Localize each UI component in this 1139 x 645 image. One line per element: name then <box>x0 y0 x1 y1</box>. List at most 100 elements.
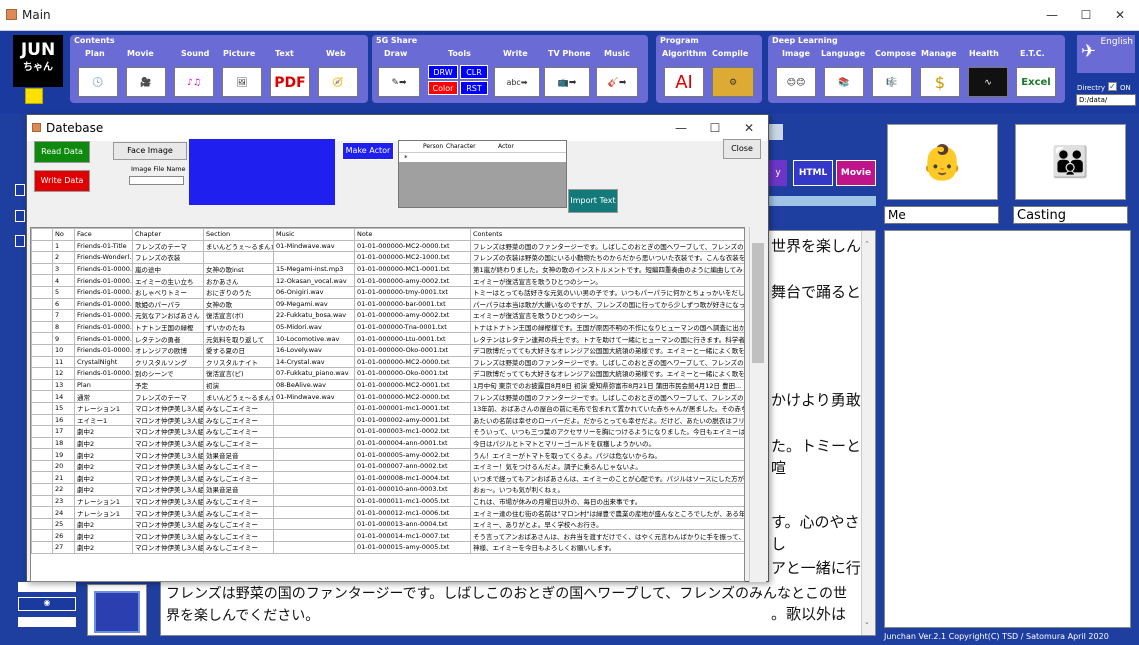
row-header-cell[interactable] <box>31 506 53 519</box>
table-cell[interactable]: 劇中2 <box>74 483 133 496</box>
table-cell[interactable]: 05-Midori.wav <box>273 320 355 334</box>
table-cell[interactable]: フレンズは野菜の国のファンタージーです。しばしこのおとぎの国へワープして、フレン… <box>470 239 744 253</box>
table-cell[interactable]: 19 <box>52 448 75 461</box>
table-cell[interactable]: 3 <box>52 262 75 276</box>
table-cell[interactable]: 14 <box>52 390 75 403</box>
row-header-cell[interactable] <box>31 448 53 461</box>
table-cell[interactable]: おぉ～。いつも気が利くねぇ。 <box>470 483 744 496</box>
row-header-cell[interactable] <box>31 390 53 403</box>
table-cell[interactable]: Friends-Wonderl... <box>74 251 133 264</box>
table-cell[interactable] <box>273 448 355 461</box>
table-cell[interactable]: Friends-01-0000... <box>74 343 133 357</box>
table-row[interactable]: 27 劇中2 マロンオ仲伊美し3人組 みなしごエイミー 01-01-000015-amy… <box>31 541 744 554</box>
table-cell[interactable]: 11 <box>52 355 75 369</box>
table-cell[interactable]: 第1嵐が終わりました。女神の歌のインストルメントです。短編四重奏曲のように編曲し… <box>470 262 744 276</box>
row-header-cell[interactable] <box>31 309 53 322</box>
table-cell[interactable]: 元気なアンおばあさん <box>132 309 204 322</box>
table-cell[interactable]: マロンオ仲伊美し3人組 <box>132 436 204 450</box>
table-cell[interactable]: 01-01-000010-ann-0003.txt <box>354 483 471 496</box>
table-cell[interactable]: 01-01-000004-ann-0001.txt <box>354 436 471 450</box>
table-cell[interactable]: 劇中2 <box>74 436 133 450</box>
sound-notes-icon[interactable]: ♪♫ <box>174 67 214 97</box>
table-cell[interactable]: トナはトナトン王国の緑樫様です。王国が原因不明の不作になりヒューマンの国へ調査に… <box>470 320 744 334</box>
row-header-cell[interactable] <box>31 483 53 496</box>
column-header[interactable]: Music <box>273 228 355 241</box>
color-button[interactable]: Color <box>428 81 458 95</box>
table-cell[interactable]: 15 <box>52 401 75 415</box>
column-header[interactable]: Note <box>354 228 471 241</box>
compose-icon[interactable]: 🎼 <box>872 67 912 97</box>
ai-algorithm-icon[interactable]: AI <box>664 67 704 97</box>
table-cell[interactable]: オレンジアの欧博 <box>132 343 204 357</box>
table-row[interactable]: 15 ナレーション1 マロンオ仲伊美し3人組 みなしごエイミー 01-01-000001… <box>31 401 744 415</box>
table-cell[interactable]: 01-01-000000-Oko-0001.txt <box>354 343 471 357</box>
table-cell[interactable]: マロンオ仲伊美し3人組 <box>132 425 204 438</box>
table-cell[interactable]: 01-01-000000-bar-0001.txt <box>354 297 471 311</box>
clr-button[interactable]: CLR <box>460 65 488 79</box>
manage-dollar-icon[interactable]: $ <box>920 67 960 97</box>
table-cell[interactable]: デコ欧博だってても大好きなオレンジア公国国大統領の弟様です。エイミーと一緒によく… <box>470 343 744 357</box>
table-cell[interactable]: 効果音足音 <box>203 483 274 496</box>
import-text-button[interactable]: Import Text <box>568 189 618 213</box>
table-row[interactable]: 19 劇中2 マロンオ仲伊美し3人組 効果音足音 01-01-000005-amy-00… <box>31 448 744 461</box>
table-row[interactable]: 21 劇中2 マロンオ仲伊美し3人組 みなしごエイミー 01-01-000008-mc1… <box>31 471 744 485</box>
record-button[interactable]: ◉ <box>18 597 76 611</box>
table-row[interactable]: 4 Friends-01-0000... エイミーの生い立ち おかあさん 12-Okas… <box>31 274 744 287</box>
table-cell[interactable]: トミーはとっても話好きな元気のいい男の子です。いつもパーパラに何かとちょっかいを… <box>470 285 744 299</box>
column-header[interactable]: Contents <box>470 228 744 241</box>
table-cell[interactable] <box>273 425 355 438</box>
row-header-cell[interactable] <box>31 355 53 369</box>
scrollbar-thumb[interactable] <box>752 243 764 363</box>
table-cell[interactable]: 01-01-000008-mc1-0004.txt <box>354 471 471 485</box>
rst-button[interactable]: RST <box>460 81 488 95</box>
table-cell[interactable] <box>273 517 355 531</box>
table-cell[interactable]: 女神の歌 <box>203 297 274 311</box>
table-cell[interactable]: 女神の歌inst <box>203 262 274 276</box>
table-cell[interactable]: 復活宣言(ボ) <box>203 309 274 322</box>
table-cell[interactable]: これは、市場が休みの月曜日以外の、毎日の出来事です。 <box>470 494 744 508</box>
table-cell[interactable]: フレンズは野菜の国のファンタージーです。しばしこのおとぎの国へワープして、フレン… <box>470 390 744 403</box>
table-cell[interactable]: 09-Megami.wav <box>273 297 355 311</box>
table-cell[interactable]: Friends-01-0000... <box>74 367 133 380</box>
picture-frame-icon[interactable]: 🖼 <box>222 67 262 97</box>
table-cell[interactable]: 5 <box>52 285 75 299</box>
table-cell[interactable]: 1 <box>52 239 75 253</box>
row-header-cell[interactable] <box>31 239 53 253</box>
table-cell[interactable]: 10-Locomotive.wav <box>273 332 355 345</box>
table-cell[interactable]: みなしごエイミー <box>203 401 274 415</box>
table-cell[interactable]: ナレーション1 <box>74 506 133 519</box>
table-cell[interactable]: 25 <box>52 517 75 531</box>
table-cell[interactable]: 劇中2 <box>74 448 133 461</box>
table-cell[interactable]: いつまで経ってもアンおばあさんは、エイミーのことが心配です。パジルはソースにした… <box>470 471 744 485</box>
table-cell[interactable]: 18 <box>52 436 75 450</box>
language-books-icon[interactable]: 📚 <box>824 67 864 97</box>
table-cell[interactable]: 01-01-000000-MC1-0001.txt <box>354 262 471 276</box>
table-cell[interactable]: Friends-01-Title <box>74 239 133 253</box>
story-scrollbar[interactable]: ⌃ ⌄ <box>861 231 875 635</box>
table-cell[interactable]: Friends-01-0000... <box>74 285 133 299</box>
row-header-cell[interactable] <box>31 320 53 334</box>
table-cell[interactable]: 01-01-000000-Tna-0001.txt <box>354 320 471 334</box>
table-cell[interactable]: ずいかのたね <box>203 320 274 334</box>
pdf-text-icon[interactable]: PDF <box>270 67 310 97</box>
table-cell[interactable]: 9 <box>52 332 75 345</box>
table-cell[interactable]: 01-Mindwave.wav <box>273 239 355 253</box>
table-row[interactable]: 13 Plan 予定 初演 08-BeAlive.wav 01-01-000000-MC2… <box>31 378 744 392</box>
row-header-cell[interactable] <box>31 251 53 264</box>
table-cell[interactable]: 08-BeAlive.wav <box>273 378 355 392</box>
table-row[interactable]: 2 Friends-Wonderl... フレンズの衣装 01-01-000000-M… <box>31 251 744 264</box>
play-button[interactable]: y <box>769 160 787 186</box>
table-cell[interactable]: エイミー、ありがとよ。早く学校へお行き。 <box>470 517 744 531</box>
maximize-button[interactable]: ☐ <box>1069 0 1103 30</box>
table-cell[interactable]: フレンズは野菜の国のファンタージーです。しばしこのおとぎの国へワープして、フレン… <box>470 355 744 369</box>
table-cell[interactable]: フレンズの衣装は野菜の国にいる小動物たちのからだから思いついた衣装です。こんな衣… <box>470 251 744 264</box>
table-cell[interactable]: 07-Fukkatu_piano.wav <box>273 367 355 380</box>
table-row[interactable]: 9 Friends-01-0000... レタテンの勇者 元気料を取り返して 10-Lo… <box>31 332 744 345</box>
table-cell[interactable]: マロンオ仲伊美し3人組 <box>132 529 204 543</box>
table-cell[interactable]: みなしごエイミー <box>203 541 274 554</box>
tv-phone-icon[interactable]: 📺➡ <box>544 67 590 97</box>
table-cell[interactable]: 01-01-000007-ann-0002.txt <box>354 459 471 473</box>
table-cell[interactable]: そう言ってアンおばあさんは、お弁当を渡すだけでく、はやく元言わんばかりに手を振っ… <box>470 529 744 543</box>
table-cell[interactable]: 01-01-000000-Oko-0001.txt <box>354 367 471 380</box>
table-cell[interactable]: エイミーが復活宣言を歌うひとつのシーン。 <box>470 309 744 322</box>
